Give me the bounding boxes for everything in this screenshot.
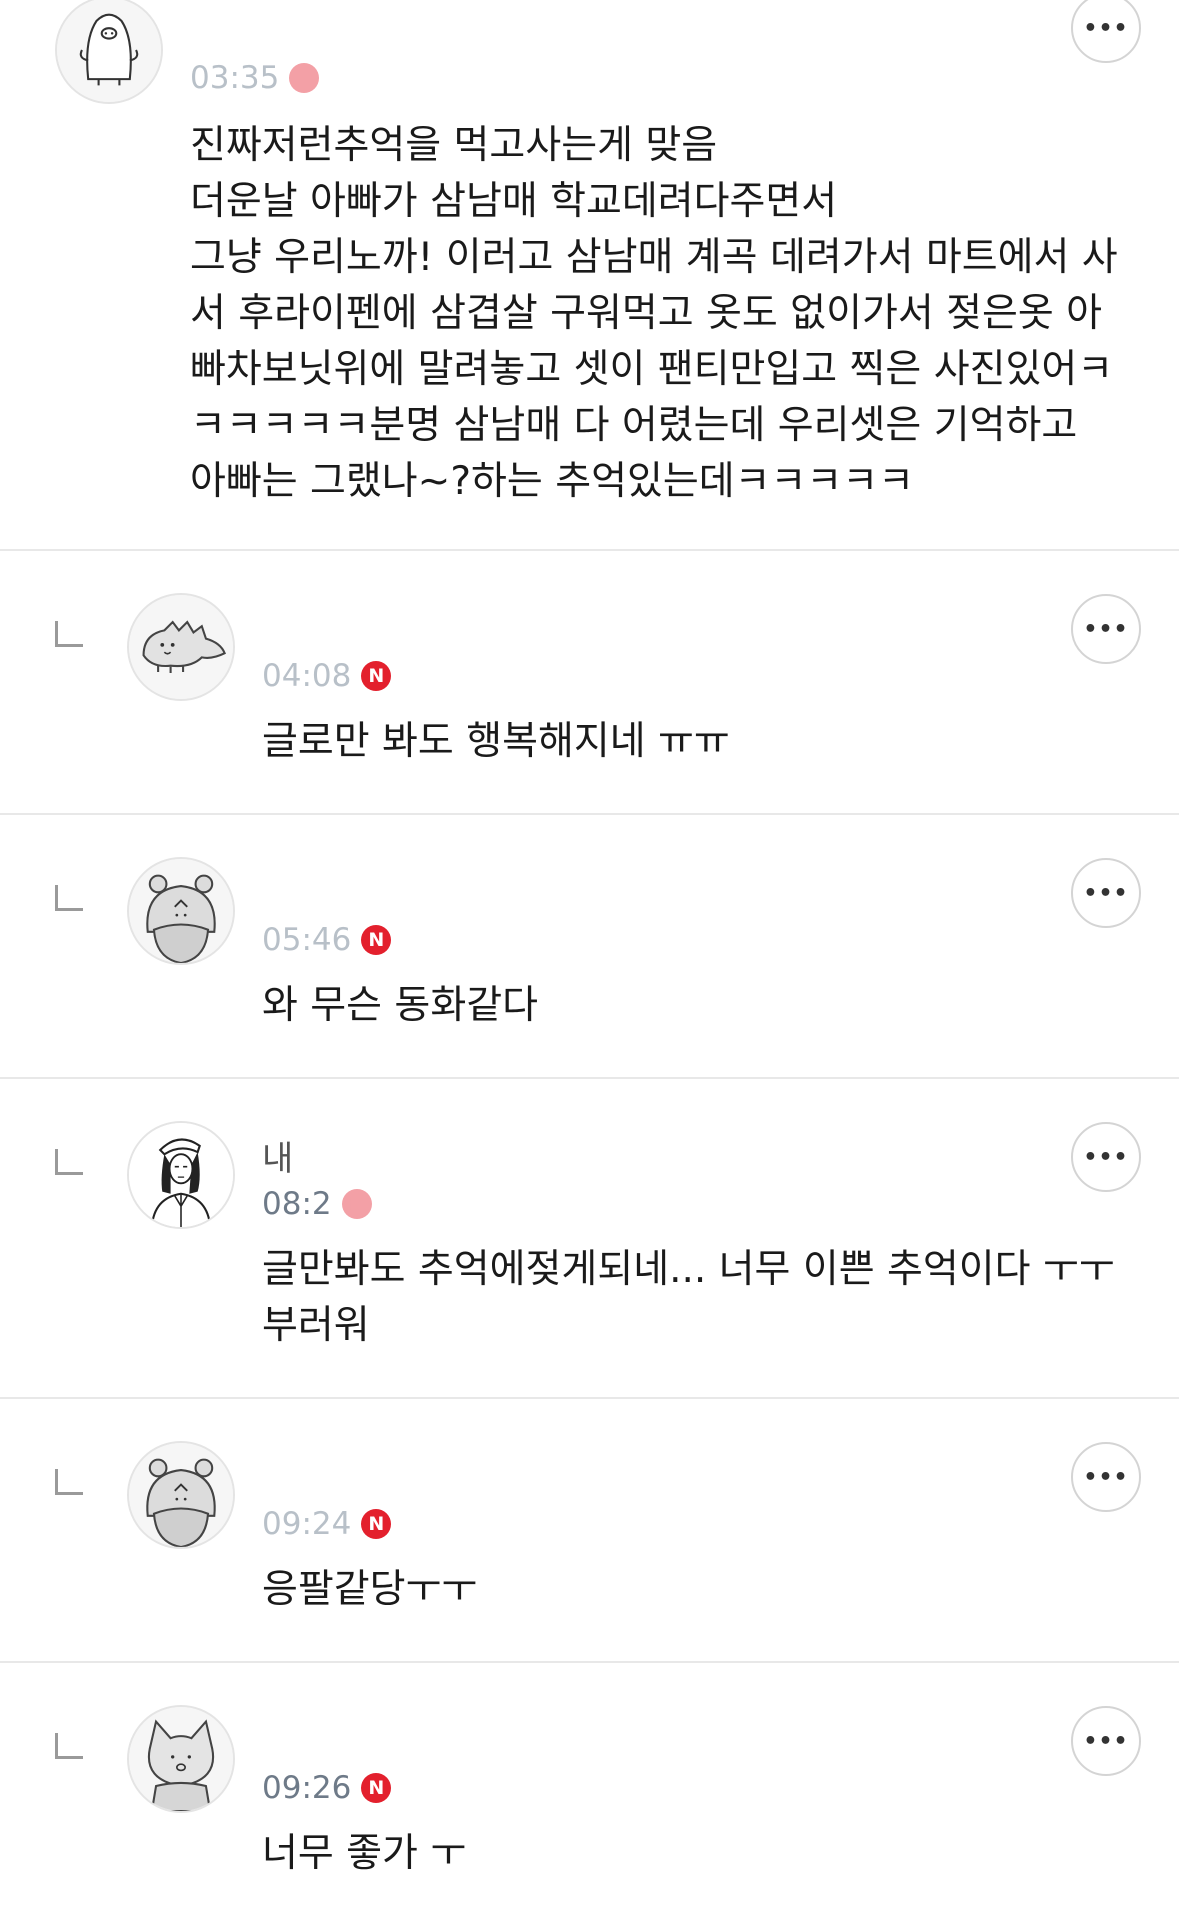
comment-text-line: 서 후라이펜에 삼겹살 구워먹고 옷도 없이가서 젖은옷 아 xyxy=(190,291,1103,336)
more-icon: ••• xyxy=(1083,880,1129,906)
cat-icon xyxy=(129,1707,233,1811)
comment-text-line: 부러워 xyxy=(262,1303,370,1348)
more-options-button[interactable]: ••• xyxy=(1071,858,1141,928)
comment-text-line: 너무 좋가 ㅜ xyxy=(262,1831,467,1876)
comment-text-line: 그냥 우리노까! 이러고 삼남매 계곡 데려가서 마트에서 사 xyxy=(190,235,1118,280)
new-badge: N xyxy=(361,661,392,691)
reply-item: 05:46 N 와 무슨 동화같다 ••• xyxy=(0,815,1179,1079)
comment-time: 04:08 xyxy=(262,658,352,694)
avatar[interactable] xyxy=(127,1705,235,1813)
avatar[interactable] xyxy=(127,857,235,965)
person-drawing-icon xyxy=(129,1123,233,1227)
nickname[interactable]: 내 xyxy=(262,1131,294,1180)
new-badge: N xyxy=(361,925,392,955)
more-options-button[interactable]: ••• xyxy=(1071,1122,1141,1192)
avatar[interactable] xyxy=(127,593,235,701)
reply-item: 내 08:2 N 글만봐도 추억에젖게되네... 너무 이쁜 추억이다 ㅜㅜ 부… xyxy=(0,1079,1179,1399)
new-badge: N xyxy=(361,1773,392,1803)
more-options-button[interactable]: ••• xyxy=(1071,594,1141,664)
comment-time: 09:26 xyxy=(262,1770,352,1806)
penguin-icon xyxy=(57,0,161,102)
comment-text-line: 아빠는 그랬나~?하는 추억있는데ㅋㅋㅋㅋㅋ xyxy=(190,459,915,504)
comment-text: 응팔같당ㅜㅜ xyxy=(262,1562,477,1618)
reply-arrow-icon xyxy=(55,1733,83,1759)
comment-item: 03:35 N 진짜저런추억을 먹고사는게 맞음 더운날 아빠가 삼남매 학교데… xyxy=(0,0,1179,551)
comment-text: 와 무슨 동화같다 xyxy=(262,978,538,1034)
reply-item: 09:24 N 응팔같당ㅜㅜ ••• xyxy=(0,1399,1179,1663)
more-options-button[interactable]: ••• xyxy=(1071,0,1141,63)
reply-arrow-icon xyxy=(55,1149,83,1175)
dinosaur-icon xyxy=(129,595,233,699)
comment-text-line: 와 무슨 동화같다 xyxy=(262,983,538,1028)
more-options-button[interactable]: ••• xyxy=(1071,1706,1141,1776)
comment-text-line: 빠차보닛위에 말려놓고 셋이 팬티만입고 찍은 사진있어ㅋ xyxy=(190,347,1114,392)
reply-arrow-icon xyxy=(55,621,83,647)
comment-time: 09:24 xyxy=(262,1506,352,1542)
bear-icon xyxy=(129,1443,233,1547)
avatar[interactable] xyxy=(55,0,163,104)
avatar[interactable] xyxy=(127,1441,235,1549)
comment-time: 05:46 xyxy=(262,922,352,958)
new-badge: N xyxy=(289,63,320,93)
reply-item: 04:08 N 글로만 봐도 행복해지네 ㅠㅠ ••• xyxy=(0,551,1179,815)
comment-text-line: 글만봐도 추억에젖게되네... 너무 이쁜 추억이다 ㅜㅜ xyxy=(262,1247,1115,1292)
comment-text-line: 글로만 봐도 행복해지네 ㅠㅠ xyxy=(262,719,730,764)
comment-text: 글만봐도 추억에젖게되네... 너무 이쁜 추억이다 ㅜㅜ 부러워 xyxy=(262,1242,1115,1354)
comment-time: 03:35 xyxy=(190,60,280,96)
comment-text-line: ㅋㅋㅋㅋㅋ분명 삼남매 다 어렸는데 우리셋은 기억하고 xyxy=(190,403,1078,448)
more-icon: ••• xyxy=(1083,1728,1129,1754)
more-icon: ••• xyxy=(1083,1144,1129,1170)
comment-text-line: 진짜저런추억을 먹고사는게 맞음 xyxy=(190,123,718,168)
bear-icon xyxy=(129,859,233,963)
comment-text: 진짜저런추억을 먹고사는게 맞음 더운날 아빠가 삼남매 학교데려다주면서 그냥… xyxy=(190,118,1118,510)
comment-text: 글로만 봐도 행복해지네 ㅠㅠ xyxy=(262,714,730,770)
comment-text: 너무 좋가 ㅜ xyxy=(262,1826,466,1882)
more-icon: ••• xyxy=(1083,616,1129,642)
reply-arrow-icon xyxy=(55,885,83,911)
comment-text-line: 더운날 아빠가 삼남매 학교데려다주면서 xyxy=(190,179,838,224)
comment-time: 08:2 xyxy=(262,1186,332,1222)
new-badge: N xyxy=(341,1189,372,1219)
reply-arrow-icon xyxy=(55,1469,83,1495)
more-icon: ••• xyxy=(1083,15,1129,41)
reply-item: 09:26 N 너무 좋가 ㅜ ••• xyxy=(0,1663,1179,1906)
avatar[interactable] xyxy=(127,1121,235,1229)
comment-text-line: 응팔같당ㅜㅜ xyxy=(262,1567,478,1612)
more-icon: ••• xyxy=(1083,1464,1129,1490)
more-options-button[interactable]: ••• xyxy=(1071,1442,1141,1512)
new-badge: N xyxy=(361,1509,392,1539)
